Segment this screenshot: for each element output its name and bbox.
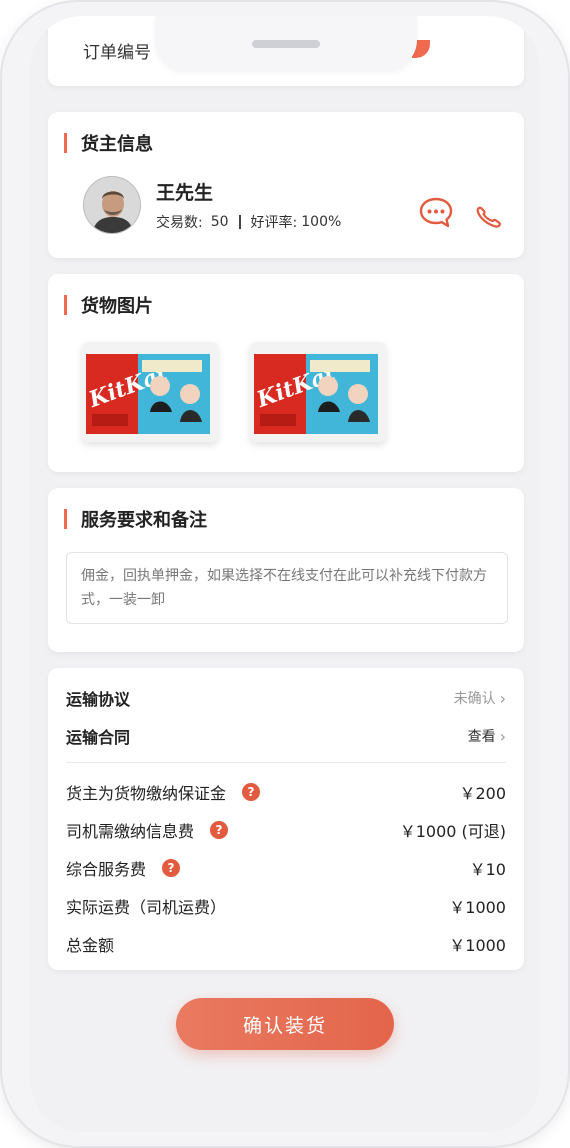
actual-freight-value: ￥1000 [449, 898, 506, 917]
service-notes-card: 服务要求和备注 佣金，回执单押金，如果选择不在线支付在此可以补充线下付款方式，一… [48, 488, 524, 652]
section-accent-bar [64, 295, 67, 315]
transport-agreement-label: 运输协议 [66, 690, 131, 709]
info-fee-label: 司机需缴纳信息费 [66, 822, 195, 841]
chevron-right-icon: › [499, 688, 506, 708]
speaker-slot [252, 40, 320, 48]
shipper-stats: 交易数: 50 好评率: 100% [156, 212, 341, 232]
info-fee-value: ￥1000 (可退) [399, 822, 506, 841]
chevron-right-icon: › [499, 726, 506, 746]
deposit-value: ￥200 [459, 784, 506, 803]
transport-contract-label: 运输合同 [66, 728, 131, 747]
phone-frame: 订单编号 货主信息 王先生 交易数: 50 好评率: 100% 货物图片 Kit… [2, 2, 568, 1146]
service-notes-text: 佣金，回执单押金，如果选择不在线支付在此可以补充线下付款方式，一装一卸 [66, 552, 508, 624]
service-fee-label: 综合服务费 [66, 860, 147, 879]
goods-images-card: 货物图片 KitKat KitKat [48, 274, 524, 472]
fees-divider [66, 762, 506, 763]
fee-row: 综合服务费 ? ￥10 [66, 856, 506, 880]
notch [155, 16, 417, 70]
fees-card: 运输协议 未确认 › 运输合同 查看 › 货主为货物缴纳保证金 ? ￥200 司… [48, 668, 524, 970]
actual-freight-label: 实际运费（司机运费） [66, 898, 227, 917]
fee-row: 实际运费（司机运费） ￥1000 [66, 894, 506, 918]
help-icon[interactable]: ? [162, 859, 181, 877]
order-number-label: 订单编号 [83, 43, 151, 63]
transport-contract-view: 查看 [467, 729, 496, 745]
total-amount-value: ￥1000 [449, 936, 506, 955]
service-fee-value: ￥10 [469, 860, 506, 879]
confirm-loading-button[interactable]: 确认装货 [176, 998, 394, 1050]
shipper-card: 货主信息 王先生 交易数: 50 好评率: 100% [48, 112, 524, 258]
goods-image-2[interactable]: KitKat [250, 342, 386, 442]
phone-icon[interactable] [472, 196, 508, 232]
avatar [83, 176, 141, 234]
section-accent-bar [64, 509, 67, 529]
service-notes-title: 服务要求和备注 [81, 510, 207, 531]
help-icon[interactable]: ? [242, 783, 261, 801]
shipper-title: 货主信息 [81, 134, 153, 155]
fee-row: 司机需缴纳信息费 ? ￥1000 (可退) [66, 818, 506, 842]
fee-row: 总金额 ￥1000 [66, 932, 506, 956]
trades-value: 50 [210, 214, 229, 230]
screen: 订单编号 货主信息 王先生 交易数: 50 好评率: 100% 货物图片 Kit… [30, 16, 540, 1132]
shipper-name: 王先生 [156, 182, 214, 204]
total-amount-label: 总金额 [66, 936, 115, 955]
goods-images-title: 货物图片 [81, 296, 153, 317]
help-icon[interactable]: ? [210, 821, 229, 839]
trades-label: 交易数: [156, 215, 203, 231]
goods-image-1[interactable]: KitKat [82, 342, 218, 442]
fee-row: 货主为货物缴纳保证金 ? ￥200 [66, 780, 506, 804]
deposit-label: 货主为货物缴纳保证金 [66, 784, 227, 803]
stats-divider [238, 215, 241, 229]
chat-icon[interactable] [418, 194, 454, 230]
rating-label: 好评率: [250, 215, 298, 231]
transport-contract-row[interactable]: 运输合同 查看 › [66, 724, 506, 748]
transport-agreement-row[interactable]: 运输协议 未确认 › [66, 686, 506, 710]
rating-value: 100% [301, 214, 342, 230]
section-accent-bar [64, 133, 67, 153]
transport-agreement-status: 未确认 [453, 691, 496, 707]
